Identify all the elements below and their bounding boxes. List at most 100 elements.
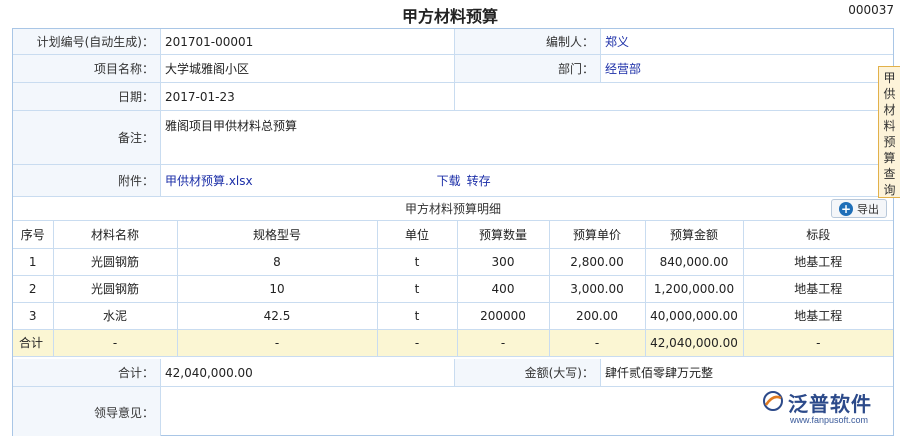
cell-material: 水泥 (53, 302, 178, 330)
cell-section: 地基工程 (743, 302, 893, 330)
plan-no-row: 计划编号(自动生成)： 201701-00001 编制人： 郑义 (13, 29, 893, 55)
amount-upper-label: 金额(大写)： (455, 359, 601, 386)
total-value: 42,040,000.00 (161, 359, 455, 386)
cell-seq: 1 (13, 248, 54, 276)
cell-seq: 2 (13, 275, 54, 303)
project-value: 大学城雅阁小区 (161, 55, 455, 82)
remark-label: 备注： (13, 111, 161, 164)
cell-unit: t (377, 275, 458, 303)
total-cell-amount: 42,040,000.00 (645, 329, 744, 357)
cell-price: 2,800.00 (549, 248, 646, 276)
col-header-spec: 规格型号 (177, 221, 378, 249)
attachment-label: 附件： (13, 165, 161, 196)
opinion-row: 领导意见： (13, 387, 893, 436)
table-row[interactable]: 2 光圆钢筋 10 t 400 3,000.00 1,200,000.00 地基… (13, 275, 893, 303)
total-label: 合计： (13, 359, 161, 386)
cell-qty: 200000 (457, 302, 550, 330)
table-total-row: 合计 - - - - - 42,040,000.00 - (13, 329, 893, 357)
side-tab-char: 供 (883, 87, 896, 101)
export-button[interactable]: + 导出 (831, 199, 887, 218)
editor-value: 郑义 (605, 35, 630, 49)
side-tab-label: 甲供材料预算查询 (879, 70, 900, 198)
side-tab-char: 算 (883, 151, 896, 165)
opinion-label: 领导意见： (13, 387, 161, 436)
cell-section: 地基工程 (743, 275, 893, 303)
title-bar: 甲方材料预算 000037 (0, 0, 900, 28)
detail-section-header: 甲方材料预算明细 + 导出 (13, 197, 893, 221)
total-cell-section: - (743, 329, 893, 357)
plan-no-label: 计划编号(自动生成)： (13, 29, 161, 54)
attachment-file-link[interactable]: 甲供材预算.xlsx (165, 172, 253, 189)
cell-spec: 8 (177, 248, 378, 276)
download-link[interactable]: 下载 (437, 172, 461, 189)
cell-unit: t (377, 248, 458, 276)
col-header-material: 材料名称 (53, 221, 178, 249)
export-label: 导出 (857, 202, 879, 216)
attachment-area: 甲供材预算.xlsx 下载 转存 (161, 165, 893, 196)
total-cell-qty: - (457, 329, 550, 357)
cell-seq: 3 (13, 302, 54, 330)
side-tab-char: 材 (883, 103, 896, 117)
table-row[interactable]: 1 光圆钢筋 8 t 300 2,800.00 840,000.00 地基工程 (13, 248, 893, 276)
remark-row: 备注： 雅阁项目甲供材料总预算 (13, 111, 893, 165)
date-label: 日期： (13, 83, 161, 110)
date-row-empty (455, 83, 893, 110)
side-tab-char: 甲 (883, 71, 896, 85)
dept-value: 经营部 (605, 62, 642, 76)
brand-watermark: 泛普软件 www.fanpusoft.com (762, 388, 892, 432)
side-tab-char: 料 (883, 119, 896, 133)
cell-amount: 840,000.00 (645, 248, 744, 276)
dept-label: 部门： (455, 55, 601, 82)
transfer-link[interactable]: 转存 (467, 172, 491, 189)
cell-price: 3,000.00 (549, 275, 646, 303)
remark-value: 雅阁项目甲供材料总预算 (165, 119, 298, 133)
col-header-qty: 预算数量 (457, 221, 550, 249)
editor-label: 编制人： (455, 29, 601, 54)
cell-spec: 10 (177, 275, 378, 303)
detail-table: 序号 材料名称 规格型号 单位 预算数量 预算单价 预算金额 标段 1 光圆钢筋… (13, 221, 893, 357)
detail-header-row: 序号 材料名称 规格型号 单位 预算数量 预算单价 预算金额 标段 (13, 221, 893, 249)
document-number: 000037 (848, 3, 894, 17)
date-row: 日期： 2017-01-23 (13, 83, 893, 111)
cell-unit: t (377, 302, 458, 330)
cell-amount: 40,000,000.00 (645, 302, 744, 330)
page-title: 甲方材料预算 (401, 7, 498, 26)
cell-price: 200.00 (549, 302, 646, 330)
side-tab-budget-query[interactable]: 甲供材料预算查询 (878, 66, 900, 198)
total-cell-spec: - (177, 329, 378, 357)
col-header-amount: 预算金额 (645, 221, 744, 249)
brand-name: 泛普软件 (788, 392, 872, 416)
attachment-row: 附件： 甲供材预算.xlsx 下载 转存 (13, 165, 893, 197)
side-tab-char: 询 (883, 183, 896, 197)
budget-form: 计划编号(自动生成)： 201701-00001 编制人： 郑义 项目名称： 大… (12, 28, 894, 436)
detail-section-title: 甲方材料预算明细 (404, 202, 501, 216)
brand-logo-icon (763, 391, 783, 411)
col-header-seq: 序号 (13, 221, 54, 249)
cell-qty: 300 (457, 248, 550, 276)
project-row: 项目名称： 大学城雅阁小区 部门： 经营部 (13, 55, 893, 83)
plus-icon: + (839, 201, 853, 216)
project-label: 项目名称： (13, 55, 161, 82)
side-tab-char: 查 (883, 167, 896, 181)
cell-material: 光圆钢筋 (53, 248, 178, 276)
cell-material: 光圆钢筋 (53, 275, 178, 303)
cell-spec: 42.5 (177, 302, 378, 330)
brand-url: www.fanpusoft.com (790, 415, 869, 425)
plan-no-value: 201701-00001 (161, 29, 455, 54)
budget-page: 甲方材料预算 000037 计划编号(自动生成)： 201701-00001 编… (0, 0, 900, 436)
col-header-price: 预算单价 (549, 221, 646, 249)
summary-row: 合计： 42,040,000.00 金额(大写)： 肆仟贰佰零肆万元整 (13, 359, 893, 387)
cell-amount: 1,200,000.00 (645, 275, 744, 303)
total-cell-price: - (549, 329, 646, 357)
amount-upper-value: 肆仟贰佰零肆万元整 (605, 366, 714, 380)
cell-qty: 400 (457, 275, 550, 303)
total-cell-material: - (53, 329, 178, 357)
col-header-unit: 单位 (377, 221, 458, 249)
table-row[interactable]: 3 水泥 42.5 t 200000 200.00 40,000,000.00 … (13, 302, 893, 330)
total-cell-unit: - (377, 329, 458, 357)
col-header-section: 标段 (743, 221, 893, 249)
side-tab-char: 预 (883, 135, 896, 149)
cell-section: 地基工程 (743, 248, 893, 276)
date-value: 2017-01-23 (161, 83, 455, 110)
total-cell-label: 合计 (13, 329, 54, 357)
